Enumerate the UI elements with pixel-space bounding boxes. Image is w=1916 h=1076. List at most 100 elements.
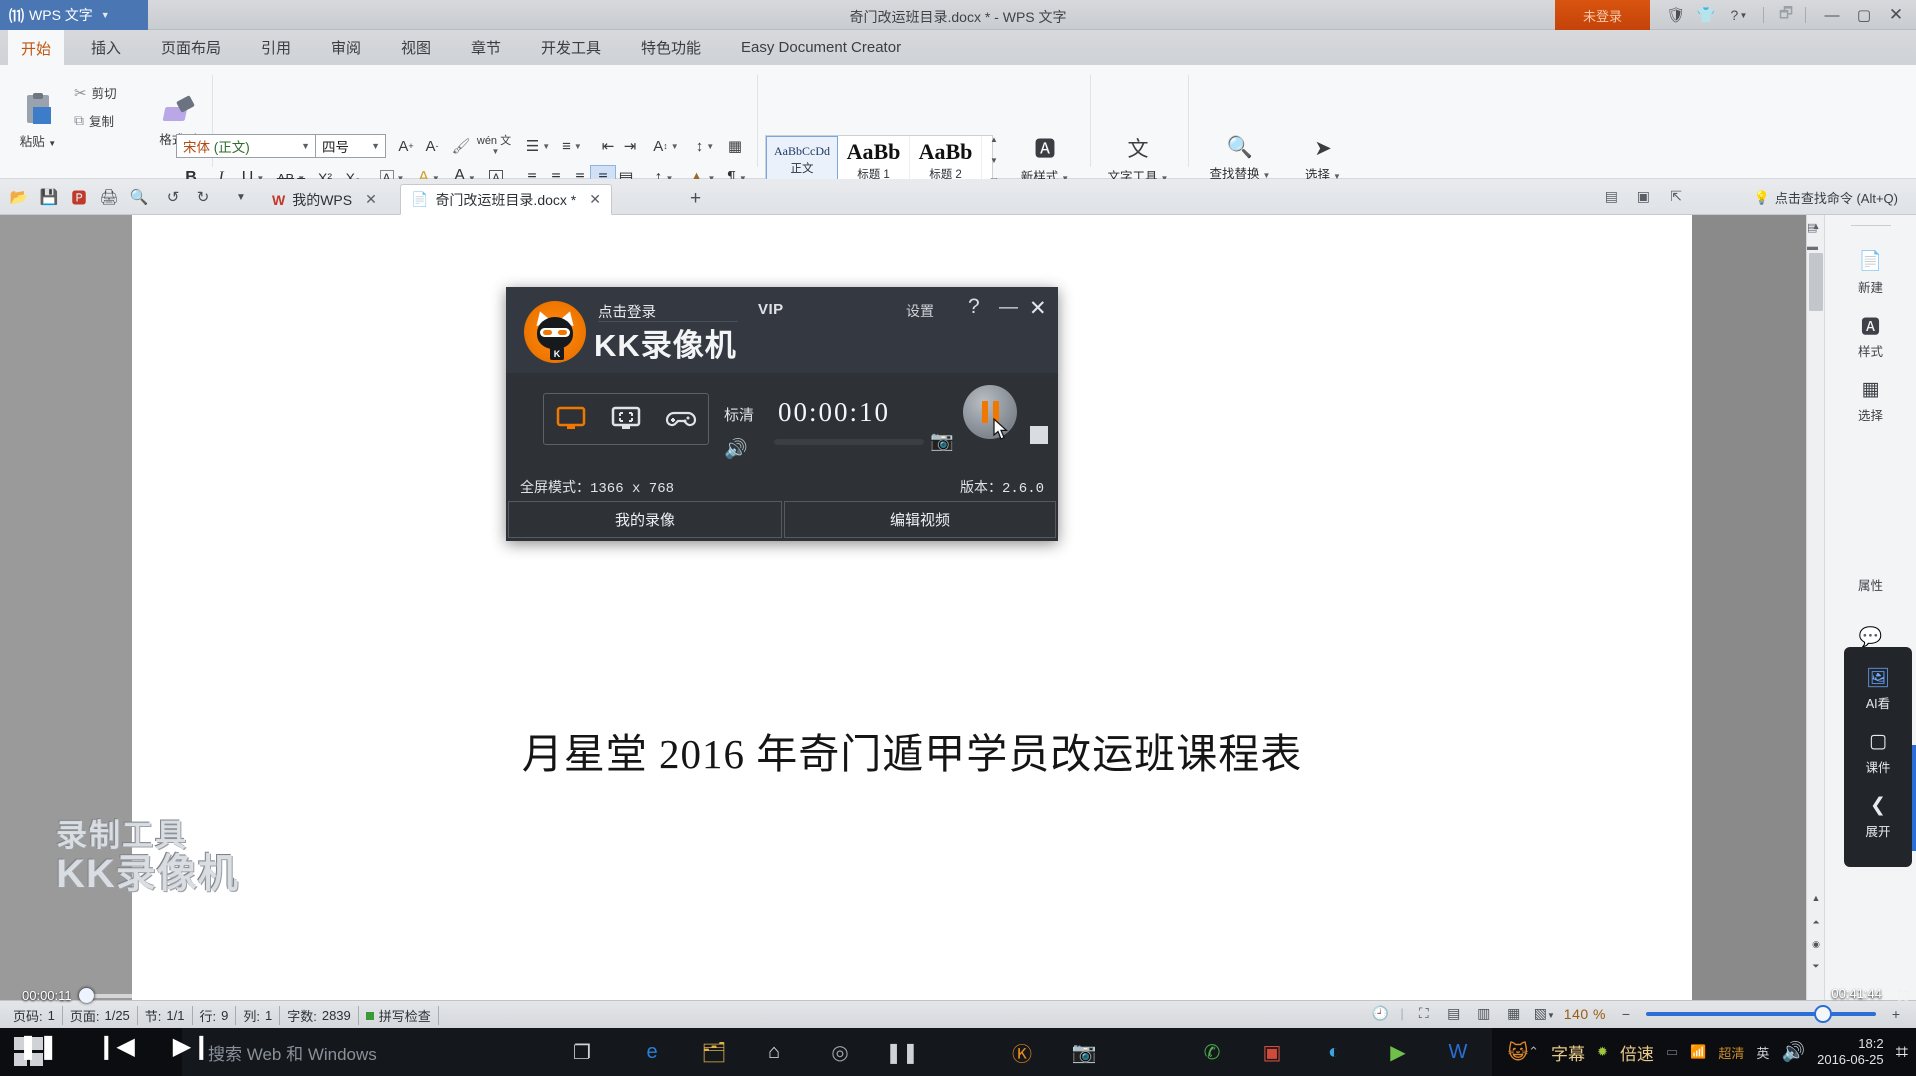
media-player-icon[interactable]: ◎: [818, 1037, 862, 1067]
paste-button[interactable]: 粘贴 ▼: [8, 71, 68, 171]
style-item-heading2[interactable]: AaBb 标题 2: [910, 136, 982, 184]
shield-icon[interactable]: 🛡: [1664, 5, 1688, 25]
share-icon[interactable]: ⇱: [1670, 188, 1682, 205]
vertical-scrollbar[interactable]: ▲ ▲ ⏶ ◉ ⏷: [1806, 215, 1824, 1000]
page-up-icon[interactable]: ⏶: [1810, 915, 1822, 929]
doc-tab-active[interactable]: 📄 奇门改运班目录.docx * ✕: [400, 184, 612, 215]
chevron-down-icon[interactable]: ▼: [492, 147, 500, 156]
find-replace-button[interactable]: 🔍 查找替换 ▼: [1192, 133, 1288, 185]
page-down-icon[interactable]: ⏷: [1810, 959, 1822, 973]
tray-label-speed[interactable]: 倍速: [1620, 1040, 1654, 1065]
sidebar-item-new[interactable]: 📄 新建: [1825, 240, 1916, 304]
style-item-body[interactable]: AaBbCcDd 正文: [766, 136, 838, 184]
layout-view-icon[interactable]: ▤: [1605, 188, 1618, 205]
print-icon[interactable]: 🖨: [96, 186, 122, 208]
shrink-font-button[interactable]: A-: [418, 134, 446, 158]
save-icon[interactable]: 💾: [36, 186, 62, 208]
recorder-progress-overlay[interactable]: 00:00:11: [22, 987, 139, 1003]
text-direction-button[interactable]: A ↕ ▼: [650, 134, 682, 158]
status-page[interactable]: 页面: 1/25: [63, 1006, 138, 1025]
sidebar-overlay-item-courseware[interactable]: ▢ 课件: [1844, 721, 1912, 783]
close-icon[interactable]: ✕: [589, 191, 601, 208]
font-size-combo[interactable]: 四号 ▼: [316, 134, 386, 158]
kk-my-recordings-button[interactable]: 我的录像: [508, 501, 782, 538]
text-tools-button[interactable]: 文 文字工具▼: [1096, 133, 1180, 185]
ribbon-tab-features[interactable]: 特色功能: [628, 30, 714, 65]
borders-button[interactable]: ▦: [722, 134, 748, 158]
ribbon-tab-reference[interactable]: 引用: [248, 30, 304, 65]
numbering-button[interactable]: ≡ ▼: [556, 134, 588, 158]
ribbon-tab-view[interactable]: 视图: [388, 30, 444, 65]
increase-indent-button[interactable]: ⇥: [618, 134, 642, 158]
tray-shield-icon[interactable]: ✹: [1597, 1044, 1608, 1060]
recorder-fullscreen-icon[interactable]: ⛶: [1898, 988, 1908, 1005]
undo-icon[interactable]: ↺: [160, 186, 186, 208]
next-button[interactable]: ▶❙: [173, 1032, 212, 1061]
bullets-button[interactable]: ☰ ▼: [522, 134, 554, 158]
taskbar-clock[interactable]: 18:2 2016-06-25: [1817, 1036, 1884, 1069]
show-desktop-icon[interactable]: ⌗: [1896, 1039, 1908, 1065]
file-explorer-icon[interactable]: 🗂: [692, 1037, 736, 1067]
status-row[interactable]: 行: 9: [193, 1006, 237, 1025]
customize-toolbar-icon[interactable]: ▼: [228, 186, 254, 208]
camera-taskbar-icon[interactable]: 📷: [1062, 1037, 1106, 1067]
grow-font-button[interactable]: A +: [392, 134, 420, 158]
font-name-combo[interactable]: 宋体 (正文) ▼: [176, 134, 316, 158]
tray-label-quality[interactable]: 超清: [1718, 1043, 1744, 1062]
kk-minimize-button[interactable]: —: [999, 297, 1018, 319]
kk-screenshot-icon[interactable]: 📷: [930, 429, 954, 453]
kk-taskbar-icon[interactable]: Ⓚ: [1000, 1037, 1044, 1067]
kk-recorder-dialog[interactable]: K 点击登录 VIP KK录像机 设置 ? — ✕ 标清 🔊 00:00:10 …: [506, 287, 1058, 541]
recorder-progress-knob[interactable]: [78, 987, 94, 1003]
web-view-icon[interactable]: ▦: [1504, 1005, 1524, 1022]
minimize-icon[interactable]: —: [1820, 5, 1844, 25]
qq-icon[interactable]: ◐: [1312, 1037, 1356, 1067]
sidebar-item-style[interactable]: 🅰 样式: [1825, 304, 1916, 368]
status-section[interactable]: 节: 1/1: [138, 1006, 193, 1025]
copy-button[interactable]: ⧉ 复制: [74, 111, 114, 130]
maximize-icon[interactable]: ▢: [1852, 5, 1876, 25]
zoom-level-label[interactable]: 140 %: [1564, 1006, 1606, 1022]
minimap-lines-icon[interactable]: ▬: [1807, 241, 1821, 255]
close-icon[interactable]: ✕: [365, 191, 377, 208]
select-button[interactable]: ➤ 选择 ▼: [1292, 133, 1354, 185]
kk-stop-button[interactable]: [1030, 426, 1048, 444]
tray-label-subtitle[interactable]: 字幕: [1551, 1040, 1585, 1065]
ribbon-tab-easy-document-creator[interactable]: Easy Document Creator: [728, 30, 914, 65]
decrease-indent-button[interactable]: ⇤: [596, 134, 620, 158]
search-command-box[interactable]: 💡 点击查找命令 (Alt+Q): [1754, 188, 1898, 207]
kk-mode-selector[interactable]: [543, 393, 709, 445]
kk-volume-slider[interactable]: [774, 439, 924, 445]
new-style-button[interactable]: 🅰 新样式▼: [1008, 133, 1082, 185]
kk-vip-label[interactable]: VIP: [758, 301, 784, 318]
kk-quality-label[interactable]: 标清: [724, 404, 754, 425]
ribbon-tab-layout[interactable]: 页面布局: [148, 30, 234, 65]
outline-view-icon[interactable]: ▥: [1474, 1005, 1494, 1022]
tray-network-icon[interactable]: 📶: [1690, 1044, 1706, 1060]
tray-monitor-icon[interactable]: ▭: [1666, 1044, 1678, 1060]
login-status-button[interactable]: 未登录: [1555, 0, 1650, 30]
media-controls-overlay[interactable]: ❚❚ ❙◀ ▶❙: [18, 1032, 211, 1061]
kk-edit-video-button[interactable]: 编辑视频: [784, 501, 1056, 538]
region-mode-icon[interactable]: [599, 394, 654, 444]
restore-icon[interactable]: 🗗: [1774, 5, 1798, 25]
sidebar-overlay-item-expand[interactable]: ❮ 展开: [1844, 785, 1912, 847]
redo-icon[interactable]: ↻: [190, 186, 216, 208]
kk-speaker-icon[interactable]: 🔊: [724, 437, 748, 461]
player-green-icon[interactable]: ▶: [1376, 1037, 1420, 1067]
previous-button[interactable]: ❙◀: [96, 1032, 135, 1061]
paragraph-spacing-button[interactable]: ↕ ▼: [690, 134, 720, 158]
sidebar-overlay-item-ai[interactable]: 🖼 AI看: [1844, 657, 1912, 719]
reading-view-icon[interactable]: ▧▼: [1534, 1005, 1555, 1022]
speaker-icon[interactable]: 🔊: [1781, 1040, 1805, 1064]
pause-button[interactable]: ❚❚: [18, 1032, 58, 1061]
tray-expand-icon[interactable]: ⌃: [1528, 1044, 1539, 1060]
zoom-slider[interactable]: [1646, 1004, 1876, 1023]
ribbon-tab-review[interactable]: 审阅: [318, 30, 374, 65]
task-view-icon[interactable]: ❐: [560, 1037, 604, 1067]
ribbon-tab-start[interactable]: 开始: [8, 30, 65, 65]
pause-taskbar-icon[interactable]: ❚❚: [880, 1037, 924, 1067]
style-item-heading1[interactable]: AaBb 标题 1: [838, 136, 910, 184]
kk-help-button[interactable]: ?: [968, 295, 980, 319]
doc-tab-my-wps[interactable]: W 我的WPS ✕: [262, 184, 387, 215]
